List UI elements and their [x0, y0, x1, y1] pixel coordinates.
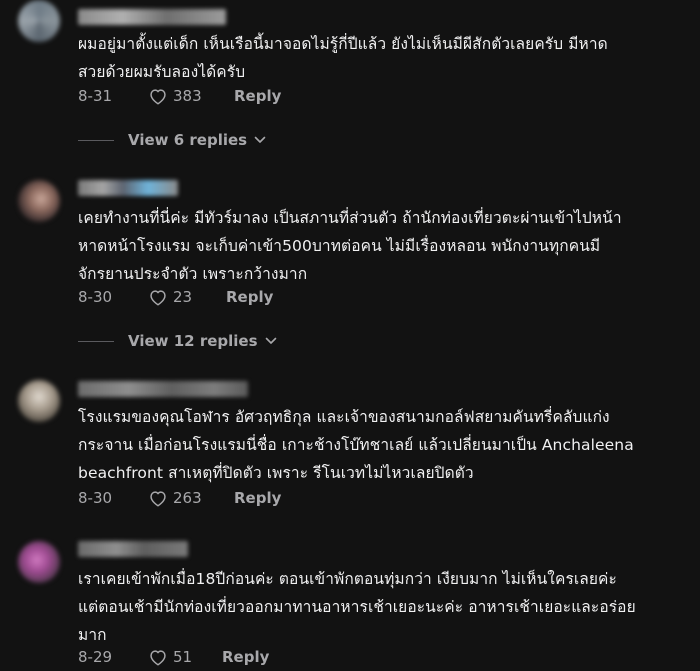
like-count: 51	[173, 648, 193, 666]
avatar[interactable]	[18, 380, 60, 422]
comment-date: 8-29	[78, 648, 113, 666]
avatar[interactable]	[18, 541, 60, 583]
heart-outline-icon	[150, 491, 166, 507]
like-count: 23	[173, 288, 193, 306]
like-button[interactable]: 383	[148, 87, 234, 105]
comment-meta: 8-30 263 Reply	[78, 487, 281, 509]
comment-meta: 8-30 23 Reply	[78, 286, 273, 308]
like-count: 383	[173, 87, 202, 105]
like-button[interactable]: 51	[148, 648, 222, 666]
view-replies-button[interactable]: View 12 replies	[78, 331, 277, 351]
reply-button[interactable]: Reply	[222, 648, 269, 666]
view-replies-label: View 12 replies	[128, 332, 258, 350]
replies-divider	[78, 139, 114, 141]
comment-date: 8-31	[78, 87, 113, 105]
like-button[interactable]: 263	[148, 489, 234, 507]
heart-outline-icon	[150, 89, 166, 105]
username-blurred[interactable]	[78, 180, 178, 196]
reply-button[interactable]: Reply	[234, 87, 281, 105]
view-replies-button[interactable]: View 6 replies	[78, 130, 266, 150]
username-blurred[interactable]	[78, 541, 188, 557]
heart-outline-icon	[150, 290, 166, 306]
comment-text: เคยทำงานที่นี่ค่ะ มีทัวร์มาลง เป็นสภานที…	[78, 209, 622, 283]
reply-button[interactable]: Reply	[234, 489, 281, 507]
username-blurred[interactable]	[78, 9, 226, 25]
chevron-down-icon	[254, 136, 266, 143]
username-blurred[interactable]	[78, 381, 248, 397]
comment-date: 8-30	[78, 489, 113, 507]
comment-meta: 8-31 383 Reply	[78, 85, 281, 107]
like-count: 263	[173, 489, 202, 507]
comment-meta: 8-29 51 Reply	[78, 646, 269, 668]
like-button[interactable]: 23	[148, 288, 226, 306]
view-replies-label: View 6 replies	[128, 131, 248, 149]
replies-divider	[78, 340, 114, 342]
chevron-down-icon	[265, 337, 276, 344]
avatar[interactable]	[18, 180, 60, 222]
comment-text: โรงแรมของคุณโอฬาร อัศวฤทธิกุล และเจ้าของ…	[78, 408, 634, 482]
comment-text: ผมอยู่มาตั้งแต่เด็ก เห็นเรือนี้มาจอดไม่ร…	[78, 35, 608, 81]
comment-date: 8-30	[78, 288, 113, 306]
heart-outline-icon	[150, 650, 166, 666]
reply-button[interactable]: Reply	[226, 288, 273, 306]
avatar[interactable]	[18, 0, 60, 42]
comment-text: เราเคยเข้าพักเมื่อ18ปีก่อนค่ะ ตอนเข้าพัก…	[78, 570, 636, 644]
